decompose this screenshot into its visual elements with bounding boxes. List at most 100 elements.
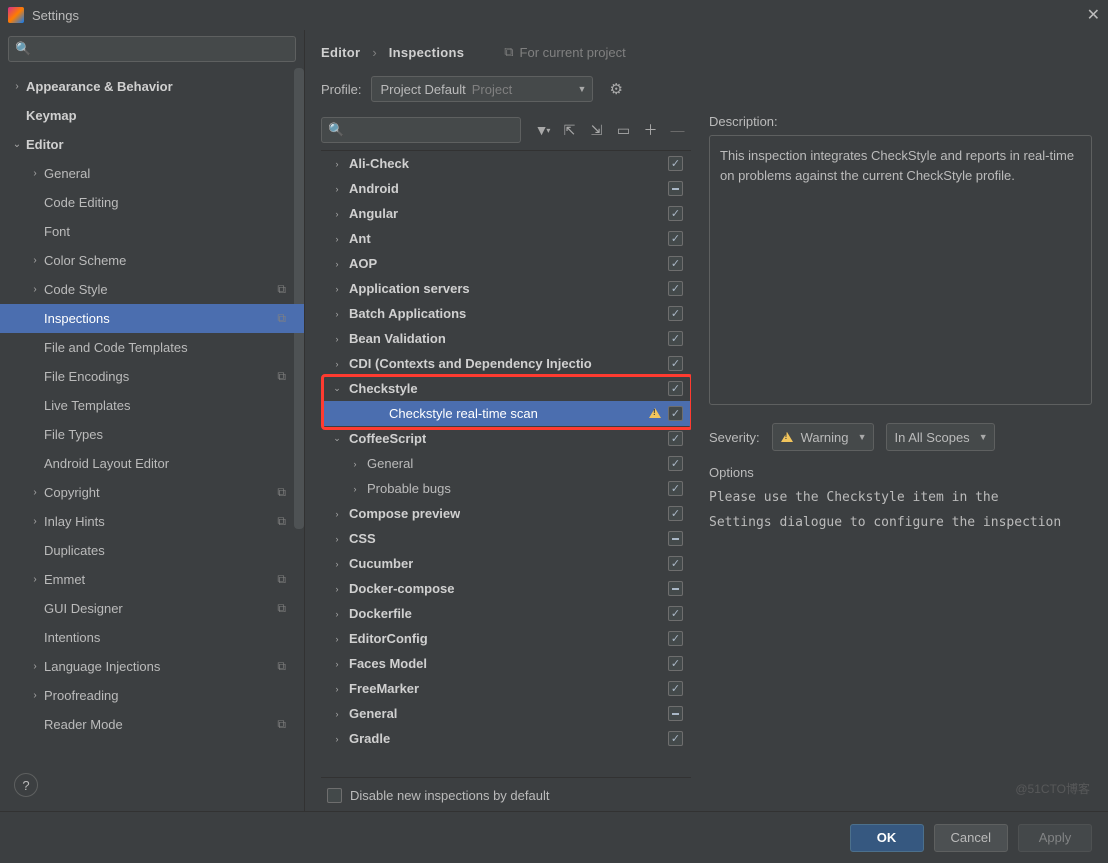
inspections-list[interactable]: ›Ali-Check›Android›Angular›Ant›AOP›Appli…	[321, 150, 691, 777]
sidebar-item-editor[interactable]: ⌄Editor	[0, 130, 304, 159]
chevron-right-icon: ›	[331, 734, 343, 744]
severity-label: Severity:	[709, 430, 760, 445]
inspection-checkbox[interactable]	[668, 231, 683, 246]
sidebar-item-duplicates[interactable]: Duplicates	[0, 536, 304, 565]
sidebar-item-gui-designer[interactable]: GUI Designer⧉	[0, 594, 304, 623]
apply-button[interactable]: Apply	[1018, 824, 1092, 852]
sidebar-item-language-injections[interactable]: ›Language Injections⧉	[0, 652, 304, 681]
inspection-editorconfig[interactable]: ›EditorConfig	[321, 626, 691, 651]
inspection-checkbox[interactable]	[668, 381, 683, 396]
settings-tree[interactable]: ›Appearance & BehaviorKeymap⌄Editor›Gene…	[0, 68, 304, 811]
inspection-batch-applications[interactable]: ›Batch Applications	[321, 301, 691, 326]
inspections-toolbar: 🔍 ▼▾ ⇱ ⇲ ▭ ＋ —	[321, 114, 691, 146]
sidebar-item-general[interactable]: ›General	[0, 159, 304, 188]
inspection-checkbox[interactable]	[668, 731, 683, 746]
inspection-checkbox[interactable]	[668, 181, 683, 196]
sidebar-item-font[interactable]: Font	[0, 217, 304, 246]
disable-new-inspections-row[interactable]: Disable new inspections by default	[321, 777, 691, 811]
window-title: Settings	[32, 8, 1087, 23]
close-icon[interactable]: ✕	[1087, 5, 1100, 25]
chevron-right-icon: ›	[28, 487, 42, 498]
inspection-checkbox[interactable]	[668, 481, 683, 496]
sidebar-item-intentions[interactable]: Intentions	[0, 623, 304, 652]
inspection-general[interactable]: ›General	[321, 701, 691, 726]
sidebar-search-input[interactable]: 🔍	[8, 36, 296, 62]
scope-combo[interactable]: In All Scopes ▼	[886, 423, 995, 451]
sidebar-item-file-types[interactable]: File Types	[0, 420, 304, 449]
inspection-cucumber[interactable]: ›Cucumber	[321, 551, 691, 576]
inspection-checkbox[interactable]	[668, 581, 683, 596]
inspection-checkbox[interactable]	[668, 456, 683, 471]
inspection-checkbox[interactable]	[668, 606, 683, 621]
inspection-compose-preview[interactable]: ›Compose preview	[321, 501, 691, 526]
ok-button[interactable]: OK	[850, 824, 924, 852]
sidebar-item-file-and-code-templates[interactable]: File and Code Templates	[0, 333, 304, 362]
sidebar-item-live-templates[interactable]: Live Templates	[0, 391, 304, 420]
chevron-right-icon: ›	[331, 509, 343, 519]
sidebar-item-inspections[interactable]: Inspections⧉	[0, 304, 304, 333]
sidebar-item-emmet[interactable]: ›Emmet⧉	[0, 565, 304, 594]
inspection-gradle[interactable]: ›Gradle	[321, 726, 691, 751]
breadcrumb-editor[interactable]: Editor	[321, 45, 360, 60]
sidebar-item-appearance-behavior[interactable]: ›Appearance & Behavior	[0, 72, 304, 101]
sidebar-item-file-encodings[interactable]: File Encodings⧉	[0, 362, 304, 391]
sidebar-item-copyright[interactable]: ›Copyright⧉	[0, 478, 304, 507]
inspection-checkbox[interactable]	[668, 631, 683, 646]
chevron-right-icon: ›	[331, 709, 343, 719]
sidebar-item-android-layout-editor[interactable]: Android Layout Editor	[0, 449, 304, 478]
inspection-android[interactable]: ›Android	[321, 176, 691, 201]
severity-combo[interactable]: Warning ▼	[772, 423, 874, 451]
inspection-checkbox[interactable]	[668, 706, 683, 721]
inspection-checkbox[interactable]	[668, 406, 683, 421]
inspection-coffeescript[interactable]: ⌄CoffeeScript	[321, 426, 691, 451]
expand-all-icon[interactable]: ⇱	[558, 117, 581, 143]
inspection-checkbox[interactable]	[668, 556, 683, 571]
sidebar-item-keymap[interactable]: Keymap	[0, 101, 304, 130]
inspection-docker-compose[interactable]: ›Docker-compose	[321, 576, 691, 601]
sidebar-item-color-scheme[interactable]: ›Color Scheme	[0, 246, 304, 275]
inspection-checkbox[interactable]	[668, 256, 683, 271]
inspections-search-input[interactable]: 🔍	[321, 117, 521, 143]
inspection-checkstyle[interactable]: ⌄Checkstyle	[321, 376, 691, 401]
inspection-checkbox[interactable]	[668, 506, 683, 521]
disable-new-checkbox[interactable]	[327, 788, 342, 803]
sidebar-item-code-editing[interactable]: Code Editing	[0, 188, 304, 217]
inspection-checkbox[interactable]	[668, 306, 683, 321]
reset-icon[interactable]: ▭	[612, 117, 635, 143]
inspection-checkbox[interactable]	[668, 681, 683, 696]
inspection-ali-check[interactable]: ›Ali-Check	[321, 151, 691, 176]
inspection-freemarker[interactable]: ›FreeMarker	[321, 676, 691, 701]
inspection-checkbox[interactable]	[668, 206, 683, 221]
inspection-aop[interactable]: ›AOP	[321, 251, 691, 276]
inspection-checkbox[interactable]	[668, 281, 683, 296]
inspection-probable-bugs[interactable]: ›Probable bugs	[321, 476, 691, 501]
inspection-checkbox[interactable]	[668, 331, 683, 346]
cancel-button[interactable]: Cancel	[934, 824, 1008, 852]
sidebar-item-inlay-hints[interactable]: ›Inlay Hints⧉	[0, 507, 304, 536]
gear-icon[interactable]: ⚙	[609, 80, 622, 98]
help-button[interactable]: ?	[14, 773, 38, 797]
inspection-faces-model[interactable]: ›Faces Model	[321, 651, 691, 676]
filter-icon[interactable]: ▼▾	[531, 117, 554, 143]
inspection-checkbox[interactable]	[668, 156, 683, 171]
inspection-general[interactable]: ›General	[321, 451, 691, 476]
profile-combo[interactable]: Project Default Project ▼	[371, 76, 593, 102]
inspection-ant[interactable]: ›Ant	[321, 226, 691, 251]
inspection-checkbox[interactable]	[668, 531, 683, 546]
sidebar-item-proofreading[interactable]: ›Proofreading	[0, 681, 304, 710]
add-icon[interactable]: ＋	[639, 117, 662, 143]
inspection-dockerfile[interactable]: ›Dockerfile	[321, 601, 691, 626]
remove-icon[interactable]: —	[666, 117, 689, 143]
collapse-all-icon[interactable]: ⇲	[585, 117, 608, 143]
inspection-checkbox[interactable]	[668, 356, 683, 371]
inspection-bean-validation[interactable]: ›Bean Validation	[321, 326, 691, 351]
inspection-cdi-contexts-and-dependency-injectio[interactable]: ›CDI (Contexts and Dependency Injectio	[321, 351, 691, 376]
inspection-application-servers[interactable]: ›Application servers	[321, 276, 691, 301]
inspection-angular[interactable]: ›Angular	[321, 201, 691, 226]
inspection-checkstyle-real-time-scan[interactable]: Checkstyle real-time scan	[321, 401, 691, 426]
sidebar-item-reader-mode[interactable]: Reader Mode⧉	[0, 710, 304, 739]
sidebar-item-code-style[interactable]: ›Code Style⧉	[0, 275, 304, 304]
inspection-css[interactable]: ›CSS	[321, 526, 691, 551]
inspection-checkbox[interactable]	[668, 431, 683, 446]
inspection-checkbox[interactable]	[668, 656, 683, 671]
